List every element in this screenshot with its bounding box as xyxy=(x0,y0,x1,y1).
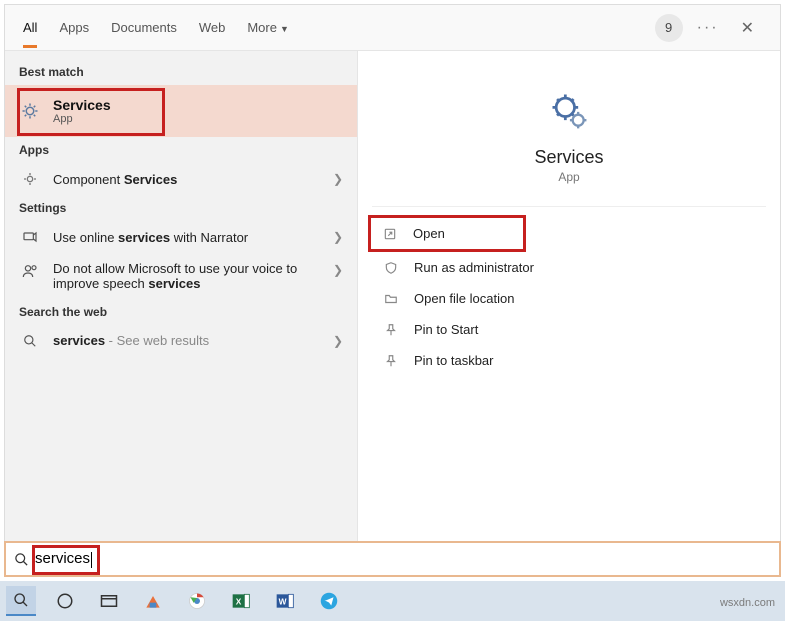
taskbar-app1-icon[interactable] xyxy=(138,586,168,616)
chevron-down-icon: ▼ xyxy=(280,24,289,34)
chevron-right-icon: ❯ xyxy=(333,334,343,348)
watermark: wsxdn.com xyxy=(720,597,775,609)
action-run-admin[interactable]: Run as administrator xyxy=(372,252,766,283)
services-icon xyxy=(19,102,41,120)
best-match-result[interactable]: Services App xyxy=(5,85,357,137)
admin-icon xyxy=(382,261,400,275)
tab-apps[interactable]: Apps xyxy=(59,8,89,48)
result-component-services[interactable]: Component Services ❯ xyxy=(5,163,357,195)
section-web: Search the web xyxy=(5,299,357,325)
taskbar-taskview-icon[interactable] xyxy=(94,586,124,616)
tab-web[interactable]: Web xyxy=(199,8,226,48)
folder-icon xyxy=(382,292,400,306)
speech-icon xyxy=(19,263,41,279)
search-icon xyxy=(14,552,29,567)
filter-tabs: All Apps Documents Web More▼ xyxy=(13,8,289,48)
result-narrator-services[interactable]: Use online services with Narrator ❯ xyxy=(5,221,357,253)
search-box[interactable]: services xyxy=(4,541,781,577)
action-file-location[interactable]: Open file location xyxy=(372,283,766,314)
search-icon xyxy=(19,334,41,348)
pin-icon xyxy=(382,354,400,368)
results-list: Best match Services App Apps Component S… xyxy=(5,51,357,576)
chevron-right-icon: ❯ xyxy=(333,230,343,244)
svg-text:X: X xyxy=(236,596,242,606)
search-input[interactable]: services xyxy=(35,550,92,567)
best-match-title: Services xyxy=(53,97,111,113)
section-best-match: Best match xyxy=(5,59,357,85)
action-pin-start[interactable]: Pin to Start xyxy=(372,314,766,345)
svg-text:W: W xyxy=(279,596,287,606)
tab-more[interactable]: More▼ xyxy=(247,8,289,48)
preview-title: Services xyxy=(534,147,603,168)
chevron-right-icon: ❯ xyxy=(333,172,343,186)
action-open[interactable]: Open xyxy=(368,215,526,252)
action-pin-taskbar[interactable]: Pin to taskbar xyxy=(372,345,766,376)
taskbar: X W xyxy=(0,581,785,621)
result-speech-services[interactable]: Do not allow Microsoft to use your voice… xyxy=(5,253,357,299)
chevron-right-icon: ❯ xyxy=(333,263,343,277)
close-icon[interactable]: ✕ xyxy=(733,14,762,42)
taskbar-search-icon[interactable] xyxy=(6,586,36,616)
tab-all[interactable]: All xyxy=(23,8,37,48)
preview-sub: App xyxy=(558,170,579,184)
taskbar-word-icon[interactable]: W xyxy=(270,586,300,616)
taskbar-telegram-icon[interactable] xyxy=(314,586,344,616)
taskbar-cortana-icon[interactable] xyxy=(50,586,80,616)
services-large-icon xyxy=(547,89,591,133)
section-settings: Settings xyxy=(5,195,357,221)
component-services-icon xyxy=(19,171,41,187)
pin-icon xyxy=(382,323,400,337)
section-apps: Apps xyxy=(5,137,357,163)
taskbar-chrome-icon[interactable] xyxy=(182,586,212,616)
result-web-services[interactable]: services - See web results ❯ xyxy=(5,325,357,356)
best-match-sub: App xyxy=(53,113,111,125)
narrator-icon xyxy=(19,229,41,245)
notification-badge[interactable]: 9 xyxy=(655,14,683,42)
taskbar-excel-icon[interactable]: X xyxy=(226,586,256,616)
preview-pane: Services App Open Run as administrator O… xyxy=(357,51,780,576)
open-icon xyxy=(381,227,399,241)
more-options-icon[interactable]: ··· xyxy=(697,19,719,37)
search-header: All Apps Documents Web More▼ 9 ··· ✕ xyxy=(5,5,780,51)
tab-documents[interactable]: Documents xyxy=(111,8,177,48)
